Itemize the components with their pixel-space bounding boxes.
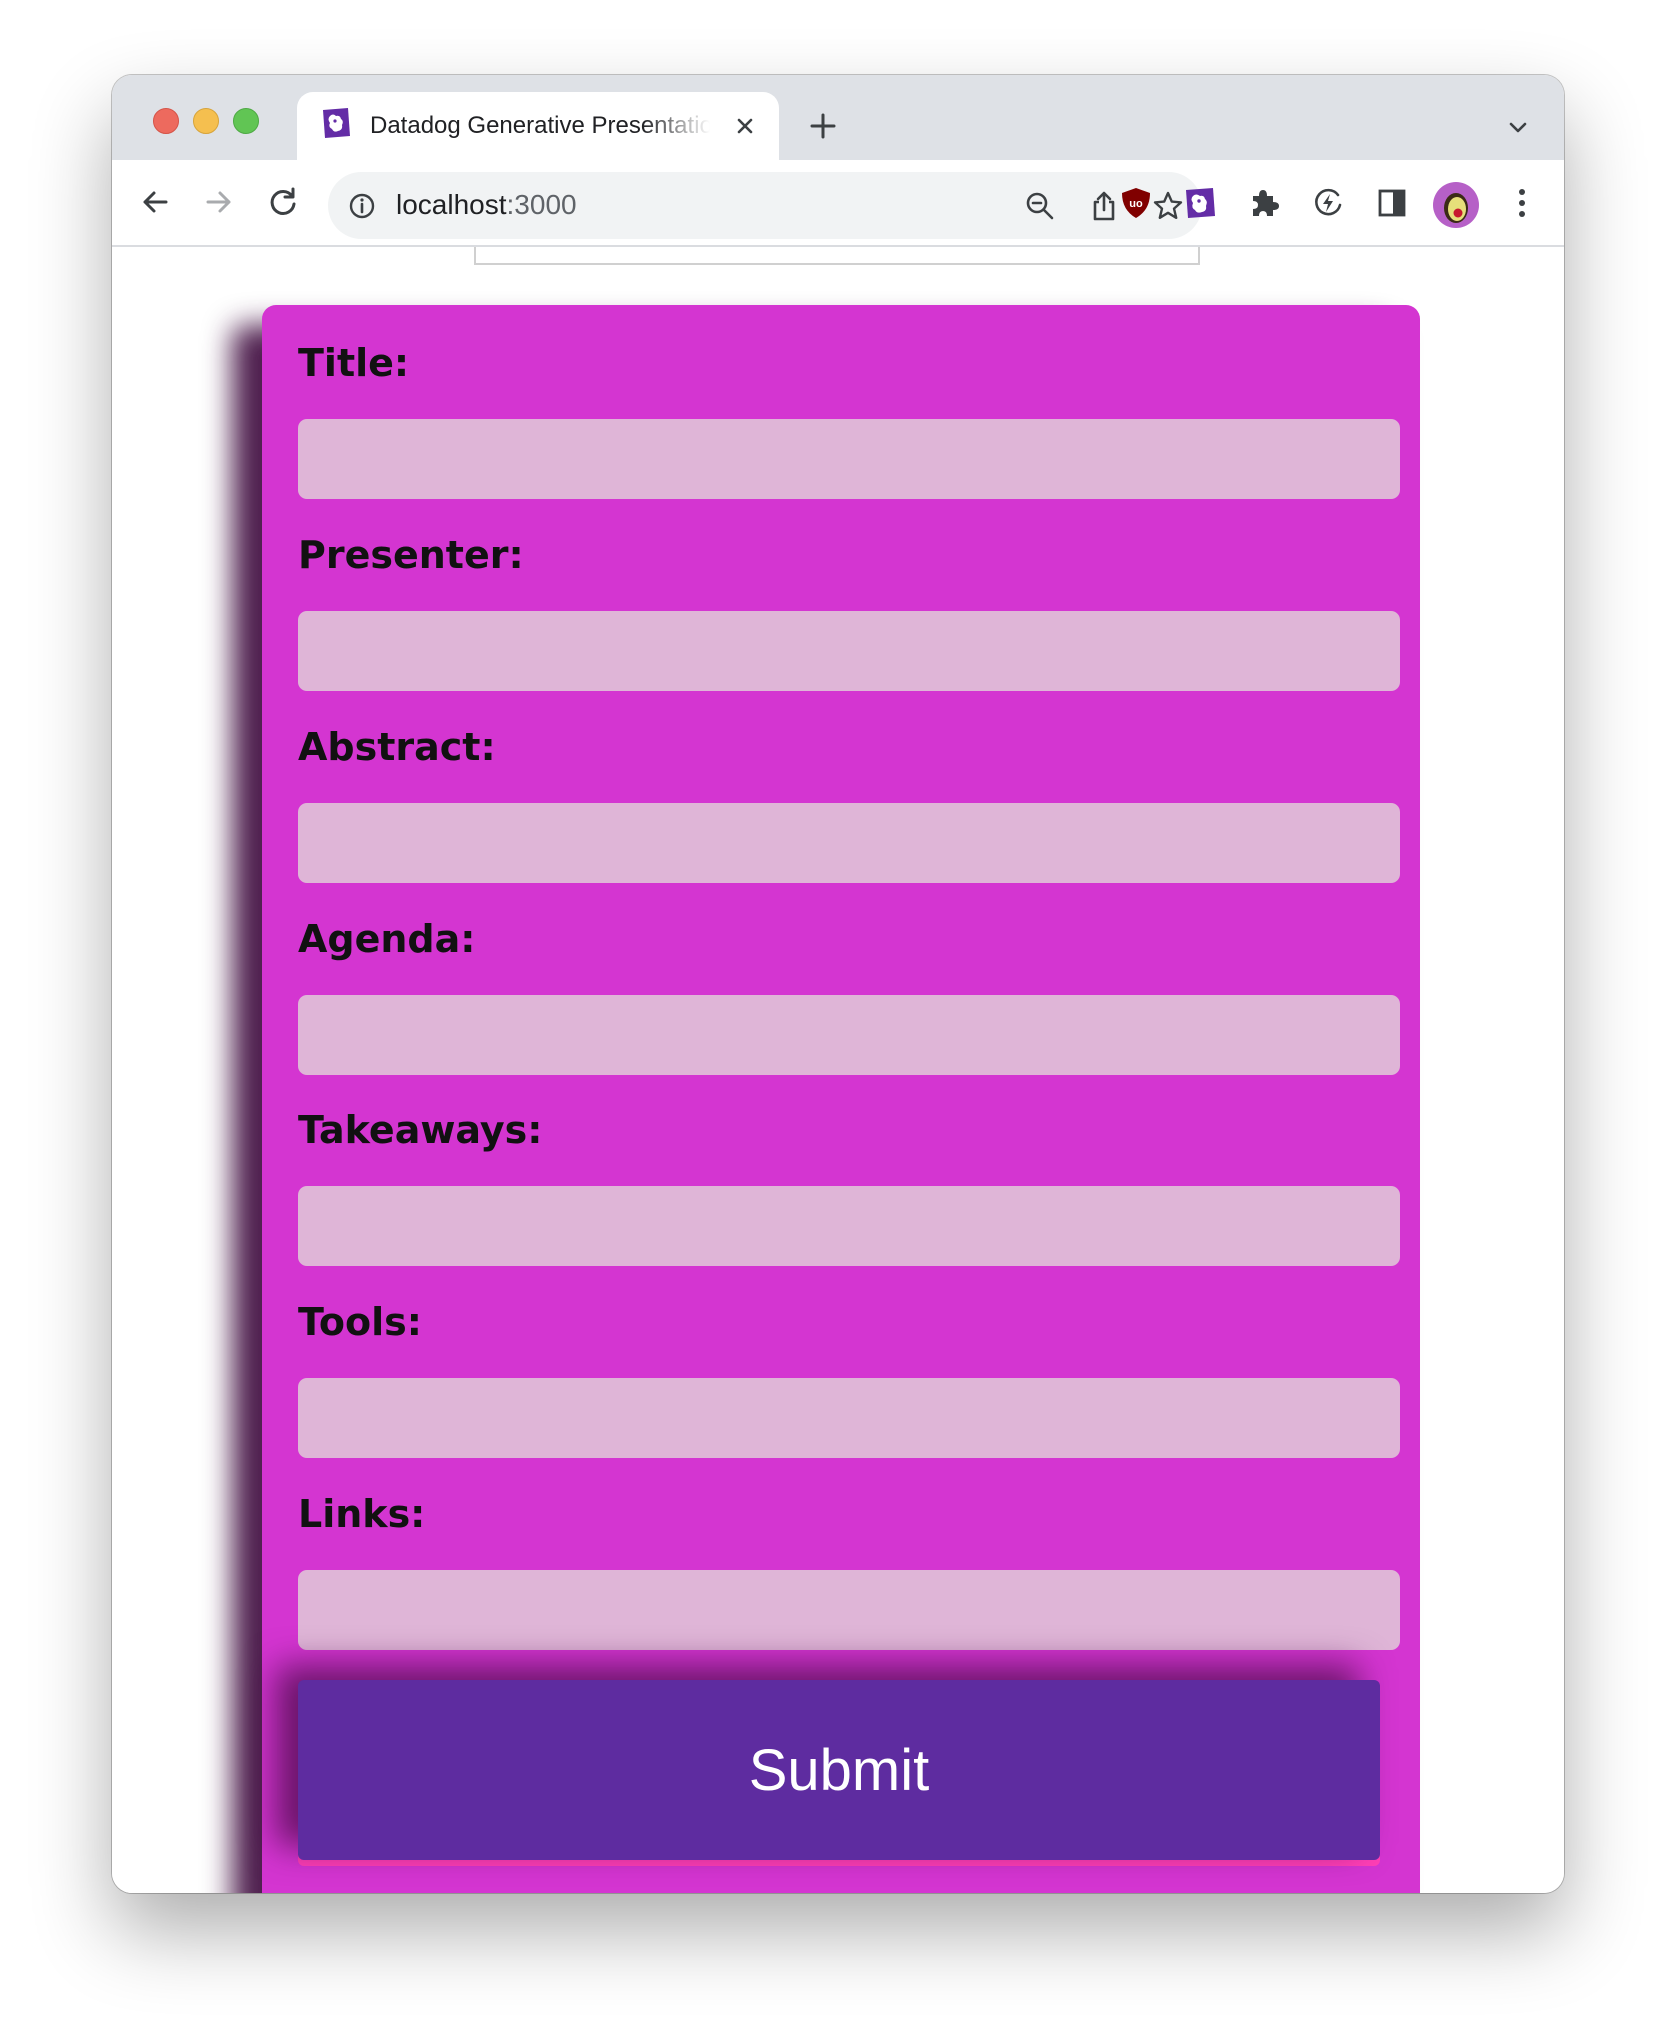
maximize-window-button[interactable] [233, 108, 259, 134]
page-viewport: Title: Presenter: Abstract: Agenda: Take… [112, 247, 1564, 1893]
url-host: localhost [396, 189, 507, 220]
links-input[interactable] [298, 1570, 1400, 1650]
side-panel-icon[interactable] [1375, 186, 1409, 220]
agenda-input[interactable] [298, 995, 1400, 1075]
close-window-button[interactable] [153, 108, 179, 134]
address-bar[interactable]: localhost:3000 [328, 172, 1202, 239]
arrow-right-icon[interactable] [200, 183, 238, 221]
browser-tab[interactable]: Datadog Generative Presentation [297, 92, 779, 160]
abstract-label: Abstract: [298, 725, 496, 769]
datadog-icon [323, 108, 350, 138]
svg-text:uo: uo [1129, 198, 1143, 210]
star-icon[interactable] [1152, 190, 1184, 222]
title-input[interactable] [298, 419, 1400, 499]
datadog-icon[interactable] [1183, 186, 1217, 220]
close-icon[interactable] [731, 112, 759, 140]
tab-title: Datadog Generative Presentation [370, 112, 710, 139]
avocado-icon [1444, 193, 1468, 223]
url-text: localhost:3000 [396, 189, 577, 221]
arrow-left-icon[interactable] [136, 183, 174, 221]
share-icon[interactable] [1088, 190, 1120, 222]
browser-toolbar: localhost:3000 uo [112, 160, 1564, 247]
tools-input[interactable] [298, 1378, 1400, 1458]
tools-label: Tools: [298, 1300, 422, 1344]
url-port: :3000 [506, 189, 577, 220]
presenter-label: Presenter: [298, 533, 524, 577]
more-vertical-icon[interactable] [1514, 186, 1530, 220]
tab-strip: Datadog Generative Presentation [112, 75, 1564, 160]
plus-icon[interactable] [807, 110, 839, 142]
zoom-out-icon[interactable] [1024, 190, 1056, 222]
page-header-box [474, 247, 1200, 265]
presentation-form: Title: Presenter: Abstract: Agenda: Take… [262, 305, 1420, 1893]
reload-icon[interactable] [264, 183, 302, 221]
browser-window: Datadog Generative Presentation localhos… [112, 75, 1564, 1893]
puzzle-icon[interactable] [1247, 186, 1281, 220]
takeaways-input[interactable] [298, 1186, 1400, 1266]
agenda-label: Agenda: [298, 917, 476, 961]
minimize-window-button[interactable] [193, 108, 219, 134]
bolt-icon[interactable] [1311, 186, 1345, 220]
links-label: Links: [298, 1492, 426, 1536]
abstract-input[interactable] [298, 803, 1400, 883]
title-label: Title: [298, 341, 410, 385]
ublock-icon[interactable]: uo [1119, 186, 1153, 220]
submit-button[interactable]: Submit [298, 1680, 1380, 1860]
presenter-input[interactable] [298, 611, 1400, 691]
chevron-down-icon[interactable] [1506, 115, 1530, 139]
takeaways-label: Takeaways: [298, 1108, 543, 1152]
info-icon[interactable] [348, 192, 376, 220]
avatar[interactable] [1433, 182, 1479, 228]
